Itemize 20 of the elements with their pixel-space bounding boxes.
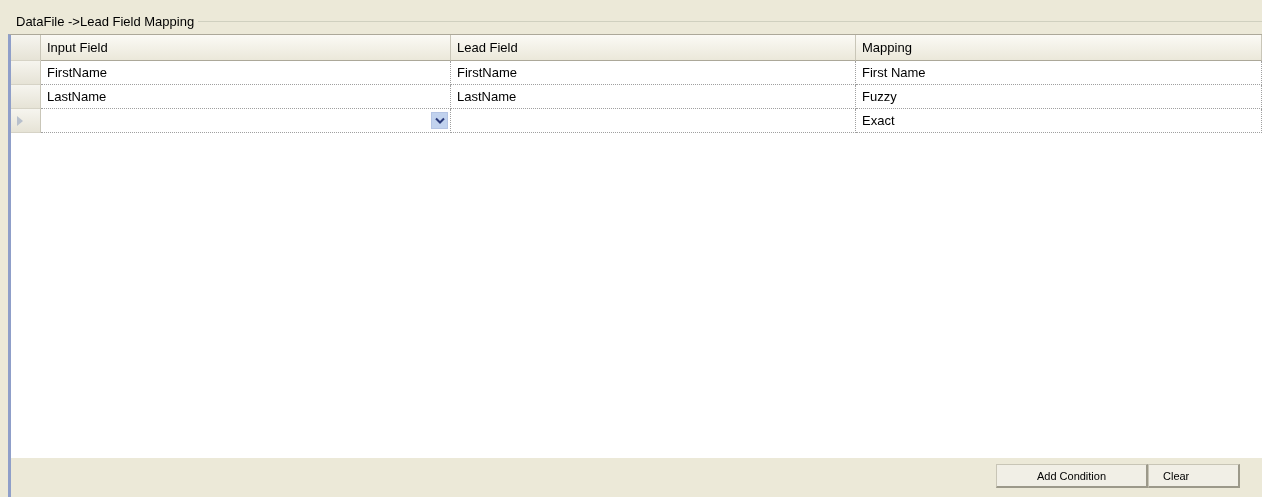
table-cell: Fuzzy bbox=[856, 85, 1262, 109]
table-cell: LastName bbox=[451, 85, 856, 109]
group-title: DataFile ->Lead Field Mapping bbox=[15, 13, 196, 29]
table-cell: Exact bbox=[856, 109, 1262, 133]
column-header[interactable]: Lead Field bbox=[451, 35, 856, 61]
table-cell: First Name bbox=[856, 61, 1262, 85]
row-header[interactable] bbox=[11, 61, 41, 85]
row-header[interactable] bbox=[11, 85, 41, 109]
header-corner bbox=[11, 35, 41, 61]
chevron-down-icon bbox=[434, 116, 445, 125]
row-header[interactable] bbox=[11, 109, 41, 133]
table-cell: FirstName bbox=[451, 61, 856, 85]
table-cell: FirstName bbox=[41, 61, 451, 85]
column-header[interactable]: Mapping bbox=[856, 35, 1262, 61]
current-row-arrow-icon bbox=[17, 115, 23, 126]
action-button[interactable]: Clear bbox=[1148, 464, 1240, 488]
table-cell: LastName bbox=[41, 85, 451, 109]
column-header[interactable]: Input Field bbox=[41, 35, 451, 61]
action-button[interactable]: Add Condition bbox=[996, 464, 1148, 488]
dropdown-button[interactable] bbox=[431, 112, 448, 129]
